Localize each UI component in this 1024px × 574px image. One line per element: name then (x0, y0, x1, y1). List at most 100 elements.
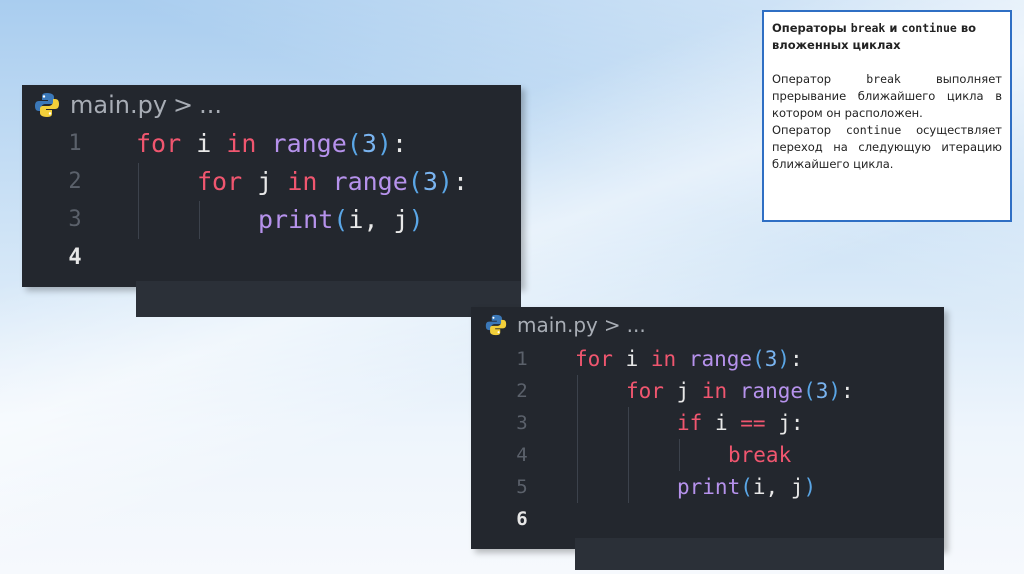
code-line[interactable]: for j in range(3): (136, 163, 468, 201)
code-token: ) (376, 129, 392, 158)
current-line-highlight (136, 281, 521, 317)
code-token: ( (752, 347, 765, 371)
code-editor-snippet-1: main.py > ... 1 for i in range(3): 2 for j … (22, 85, 521, 317)
code-token: i (196, 129, 212, 158)
current-line-highlight (575, 538, 944, 570)
line-number: 4 (516, 444, 528, 466)
title-text: Операторы (772, 21, 851, 35)
code-token: : (452, 167, 469, 196)
code-token: range (271, 129, 347, 158)
code-token: 3 (764, 347, 778, 371)
code-token: i (348, 205, 364, 234)
code-line[interactable]: if i == j: (575, 407, 804, 439)
code-token: : (790, 347, 803, 371)
code-token: : (391, 129, 408, 158)
code-token: 3 (361, 129, 377, 158)
code-token: j (790, 475, 804, 499)
editor-breadcrumb: main.py > ... (471, 307, 944, 343)
code-token: print (258, 205, 334, 234)
code-token: for (136, 129, 182, 158)
breadcrumb-more[interactable]: ... (199, 91, 222, 119)
title-code-break: break (850, 21, 886, 35)
code-token: in (287, 167, 318, 196)
title-code-continue: continue (901, 21, 957, 35)
code-line[interactable]: break (575, 439, 791, 471)
code-token: in (650, 347, 677, 371)
code-token: if (677, 411, 703, 435)
editor-breadcrumb: main.py > ... (22, 85, 521, 125)
code-token: ( (407, 167, 423, 196)
python-icon (485, 314, 507, 336)
code-token: ) (803, 475, 817, 499)
code-token: i (752, 475, 766, 499)
text: Оператор (772, 72, 867, 86)
code-token: for (197, 167, 243, 196)
filename[interactable]: main.py (517, 313, 598, 337)
code-line[interactable]: print(i, j) (575, 471, 816, 503)
code-token: ( (333, 205, 349, 234)
code-token: ) (408, 205, 424, 234)
line-number: 1 (516, 348, 528, 370)
code-token: , (765, 475, 791, 499)
title-text: и (885, 21, 902, 35)
code-token: ( (740, 475, 753, 499)
code-token: ( (346, 129, 362, 158)
line-number: 6 (516, 508, 528, 530)
code-token: 3 (815, 379, 829, 403)
line-number: 2 (68, 169, 82, 194)
code-token: 3 (422, 167, 438, 196)
code-token: for (575, 347, 613, 371)
code-editor-snippet-2: main.py > ... 1 for i in range(3): 2 for j … (471, 307, 944, 570)
breadcrumb-separator: > (173, 91, 194, 119)
code-continue: continue (845, 123, 902, 137)
code-token: j (393, 205, 409, 234)
code-token: , (363, 205, 394, 234)
code-token: in (226, 129, 257, 158)
code-line[interactable]: for i in range(3): (136, 125, 407, 163)
note-title: Операторы break и continue во вложенных … (772, 20, 1002, 54)
line-number: 5 (516, 476, 528, 498)
code-token: : (841, 379, 854, 403)
breadcrumb-separator: > (603, 313, 621, 337)
code-line[interactable]: for j in range(3): (575, 375, 854, 407)
code-token: ) (828, 379, 842, 403)
code-token: in (701, 379, 728, 403)
code-token: print (677, 475, 741, 499)
code-token: for (626, 379, 664, 403)
breadcrumb-more[interactable]: ... (627, 313, 646, 337)
code-token: ) (777, 347, 791, 371)
code-line[interactable]: print(i, j) (136, 201, 424, 239)
code-token: j (778, 411, 791, 435)
code-token: j (257, 167, 273, 196)
python-icon (35, 93, 59, 117)
note-paragraph-break: Оператор break выполняет прерывание ближ… (772, 71, 1002, 122)
code-token: range (739, 379, 804, 403)
line-number: 4 (68, 245, 82, 270)
filename[interactable]: main.py (70, 91, 167, 119)
code-line[interactable]: for i in range(3): (575, 343, 803, 375)
code-token: range (332, 167, 408, 196)
code-token: ( (803, 379, 816, 403)
code-token: ) (437, 167, 453, 196)
code-token: == (740, 411, 766, 435)
code-token: : (790, 411, 804, 435)
text: Оператор (772, 123, 846, 137)
code-break: break (866, 72, 901, 86)
line-number: 3 (68, 207, 82, 232)
code-token: i (714, 411, 728, 435)
code-token: j (676, 379, 690, 403)
